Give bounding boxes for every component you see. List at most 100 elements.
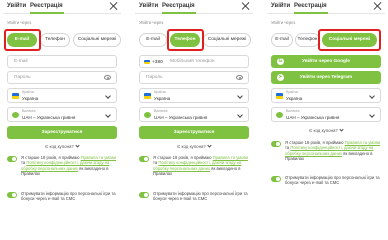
method-social-button[interactable]: Соціальні мережі [203,33,251,47]
tab-login[interactable]: Увійти [7,3,26,9]
country-caption: Країна [154,90,166,94]
country-value: Україна [286,96,303,101]
google-login-button[interactable]: G Увійти через Google [271,55,381,68]
currency-value: UAH – Українська гривня [154,115,208,120]
country-value: Україна [154,96,171,101]
currency-caption: Валюта [286,109,300,113]
terms-link[interactable]: Правила та умови [345,140,380,145]
phone-placeholder: Мобільний телефон [170,59,215,64]
method-social-button[interactable]: Соціальні мережі [73,33,121,47]
marketing-consent-text: Отримувати інформацію про персональні іг… [21,191,116,202]
marketing-consent-text: Отримувати інформацію про персональні іг… [285,175,380,186]
password-placeholder: Пароль [14,75,31,80]
chevron-down-icon [369,112,375,118]
auth-tabs: Увійти Реєстрація [135,0,253,14]
country-select[interactable]: Країна Україна [7,88,117,103]
chevron-down-icon [105,112,111,118]
terms-consent-text: Я старше 18 років, я приймаю Правила та … [285,140,381,162]
marketing-toggle[interactable] [7,192,17,198]
registration-panel-phone: Увійти Реєстрація Увійти через E-mail Те… [135,0,253,218]
promo-code-link[interactable]: Є код купона? [135,143,253,149]
tab-login[interactable]: Увійти [139,3,158,9]
telegram-icon: ➤ [277,74,284,81]
ukraine-flag-icon [276,93,283,99]
currency-value: UAH – Українська гривня [286,115,340,120]
method-phone-button[interactable]: Телефон [40,33,70,47]
eye-icon[interactable] [104,75,111,80]
method-email-button[interactable]: E-mail [139,33,167,47]
country-value: Україна [22,96,39,101]
method-email-button[interactable]: E-mail [271,33,293,47]
currency-caption: Валюта [154,109,168,113]
currency-icon [276,112,283,118]
active-tab-indicator [162,12,196,14]
currency-select[interactable]: Валюта UAH – Українська гривня [271,107,381,122]
marketing-toggle[interactable] [139,192,149,198]
close-icon[interactable] [241,1,251,11]
promo-code-label: Є код купона? [309,128,338,133]
currency-select[interactable]: Валюта UAH – Українська гривня [139,107,249,122]
phone-field[interactable]: +380 Мобільний телефон [139,55,249,68]
country-select[interactable]: Країна Україна [139,88,249,103]
email-field[interactable]: E-mail [7,55,117,68]
chevron-down-icon [75,143,80,148]
method-label: Увійти через [139,20,164,25]
close-icon[interactable] [373,1,383,11]
active-tab-indicator [30,12,64,14]
currency-icon [12,112,19,118]
terms-toggle[interactable] [7,156,17,162]
marketing-toggle[interactable] [271,176,281,182]
promo-code-label: Є код купона? [45,144,74,149]
country-caption: Країна [22,90,34,94]
terms-consent-text: Я старше 18 років, я приймаю Правила та … [21,155,117,177]
method-label: Увійти через [7,20,32,25]
auth-tabs: Увійти Реєстрація [267,0,385,14]
promo-code-link[interactable]: Є код купона? [267,127,385,133]
tab-register[interactable]: Реєстрація [294,3,327,9]
chevron-down-icon [369,93,375,99]
chevron-down-icon [105,93,111,99]
method-phone-button[interactable]: Телефон [295,33,320,47]
highlight-box [318,29,381,51]
method-label: Увійти через [271,20,296,25]
chevron-down-icon [237,112,243,118]
ukraine-flag-icon [144,59,150,64]
terms-link[interactable]: Правила та умови [213,155,248,160]
tab-register[interactable]: Реєстрація [162,3,195,9]
terms-toggle[interactable] [271,141,281,147]
country-caption: Країна [286,90,298,94]
tab-register[interactable]: Реєстрація [30,3,63,9]
google-icon: G [277,58,284,65]
tab-login[interactable]: Увійти [271,3,290,9]
password-field[interactable]: Пароль [7,71,117,84]
ukraine-flag-icon [12,93,19,99]
google-button-label: Увійти через Google [302,59,350,64]
phone-prefix[interactable]: +380 [144,57,163,68]
currency-caption: Валюта [22,109,36,113]
currency-icon [144,112,151,118]
telegram-login-button[interactable]: ➤ Увійти через Telegram [271,71,381,84]
telegram-button-label: Увійти через Telegram [299,75,353,80]
currency-value: UAH – Українська гривня [22,115,76,120]
password-field[interactable]: Пароль [139,71,249,84]
eye-icon[interactable] [236,75,243,80]
registration-panel-email: Увійти Реєстрація Увійти через E-mail Те… [3,0,121,218]
password-placeholder: Пароль [146,75,163,80]
terms-consent-text: Я старше 18 років, я приймаю Правила та … [153,155,249,177]
active-tab-indicator [294,12,328,14]
promo-code-label: Є код купона? [177,144,206,149]
currency-select[interactable]: Валюта UAH – Українська гривня [7,107,117,122]
promo-code-link[interactable]: Є код купона? [3,143,121,149]
registration-panel-social: Увійти Реєстрація Увійти через E-mail Те… [267,0,385,218]
highlight-box [4,29,41,51]
register-button[interactable]: Зареєструватися [7,126,117,139]
marketing-consent-text: Отримувати інформацію про персональні іг… [153,191,248,202]
country-select[interactable]: Країна Україна [271,88,381,103]
close-icon[interactable] [109,1,119,11]
terms-toggle[interactable] [139,156,149,162]
highlight-box [167,29,204,51]
auth-tabs: Увійти Реєстрація [3,0,121,14]
terms-link[interactable]: Правила та умови [81,155,116,160]
ukraine-flag-icon [144,93,151,99]
register-button[interactable]: Зареєструватися [139,126,249,139]
